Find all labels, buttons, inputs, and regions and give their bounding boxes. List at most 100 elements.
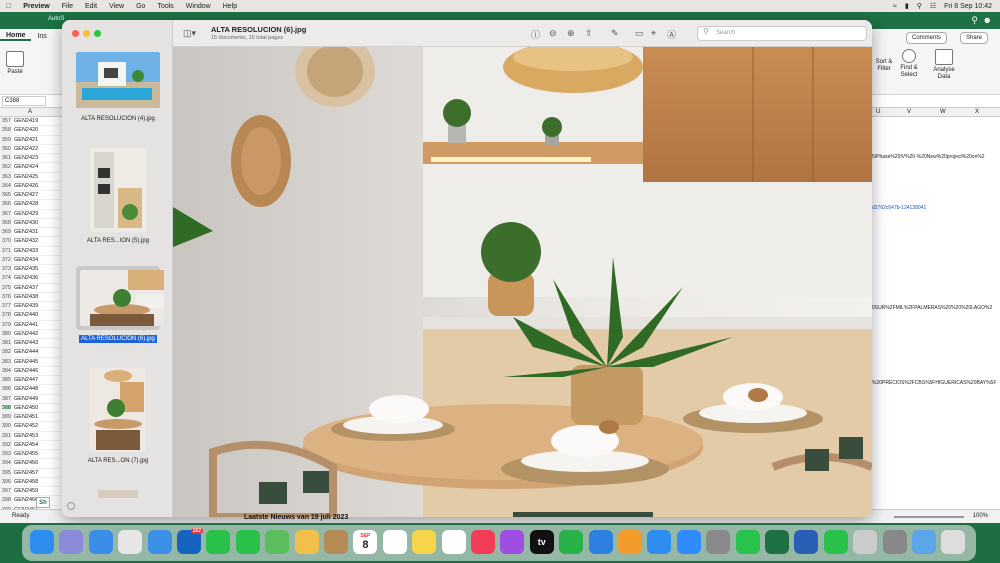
row-cell-value[interactable]: GEN2427	[12, 191, 38, 199]
row-number[interactable]: 395	[0, 468, 12, 477]
appstore-icon[interactable]	[647, 530, 672, 554]
photos-icon[interactable]	[294, 530, 319, 554]
markup-pen-icon[interactable]: ✎	[611, 28, 619, 39]
table-row[interactable]: 362 GEN2424	[0, 163, 60, 173]
table-row[interactable]: 369 GEN2431	[0, 228, 60, 238]
menu-help[interactable]: Help	[217, 3, 243, 10]
row-cell-value[interactable]: GEN2460	[12, 496, 38, 504]
row-cell-value[interactable]: GEN2424	[12, 163, 38, 171]
info-icon[interactable]: ⓘ	[531, 28, 540, 41]
outlook-icon[interactable]: 152	[177, 528, 203, 554]
zoom-icon[interactable]	[676, 530, 701, 554]
zoom-window-button[interactable]	[94, 30, 101, 37]
row-number[interactable]: 378	[0, 311, 12, 320]
row-cell-value[interactable]: GEN2437	[12, 284, 38, 292]
music-icon[interactable]	[471, 530, 495, 554]
table-row[interactable]: 388 GEN2450	[0, 403, 60, 413]
row-number[interactable]: 388	[0, 403, 12, 412]
numbers-icon[interactable]	[559, 530, 584, 554]
preview-icon[interactable]	[853, 530, 878, 554]
facetime-icon[interactable]	[206, 530, 231, 554]
messages-icon[interactable]	[235, 530, 260, 554]
calendar-icon[interactable]: SEP 8	[353, 530, 378, 554]
table-row[interactable]: 374 GEN2436	[0, 274, 60, 284]
row-cell-value[interactable]: GEN2420	[12, 126, 38, 134]
paste-button[interactable]: Paste	[6, 51, 24, 76]
row-number[interactable]: 381	[0, 339, 12, 348]
table-row[interactable]: 397 GEN2459	[0, 487, 60, 497]
table-row[interactable]: 359 GEN2421	[0, 135, 60, 145]
rotate-icon[interactable]: ▭	[635, 28, 644, 39]
analyse-data-button[interactable]: Analyse Data	[930, 49, 958, 81]
find-select-button[interactable]: Find & Select	[896, 49, 922, 79]
row-cell-value[interactable]: GEN2435	[12, 265, 38, 273]
row-cell-value[interactable]: GEN2439	[12, 302, 38, 310]
sidebar-toggle-icon[interactable]: ◫▾	[183, 28, 196, 39]
table-row[interactable]: 396 GEN2458	[0, 477, 60, 487]
podcasts-icon[interactable]	[500, 530, 525, 554]
table-row[interactable]: 358 GEN2420	[0, 126, 60, 136]
row-cell-value[interactable]: GEN2451	[12, 413, 38, 421]
table-row[interactable]: 368 GEN2430	[0, 218, 60, 228]
table-row[interactable]: 384 GEN2446	[0, 366, 60, 376]
name-box[interactable]: C388	[2, 96, 46, 106]
sheet-tab[interactable]: Sh	[36, 497, 50, 508]
table-row[interactable]: 383 GEN2445	[0, 357, 60, 367]
contacts-icon[interactable]	[324, 530, 348, 554]
row-cell-value[interactable]: GEN2456	[12, 459, 38, 467]
search-icon[interactable]: ⚲	[917, 2, 922, 10]
column-header-u[interactable]: U	[876, 109, 880, 115]
folder-icon[interactable]	[912, 530, 936, 554]
cell-text[interactable]: %20PRECIOS%2FCBS%5FHIGUERICAS%20BAY%5F	[872, 380, 1000, 386]
battery-icon[interactable]: ▮	[905, 2, 909, 10]
phone-icon[interactable]	[823, 530, 848, 554]
row-number[interactable]: 389	[0, 413, 12, 422]
table-row[interactable]: 372 GEN2434	[0, 255, 60, 265]
excel-share-icon[interactable]: ☻	[983, 15, 992, 25]
row-number[interactable]: 385	[0, 376, 12, 385]
menu-tools[interactable]: Tools	[151, 3, 179, 10]
row-number[interactable]: 365	[0, 191, 12, 200]
table-row[interactable]: 363 GEN2425	[0, 172, 60, 182]
zoom-out-icon[interactable]: ⊖	[549, 28, 557, 39]
thumbnail-item-selected[interactable]: ALTA RESOLUCION (6).jpg	[76, 266, 164, 343]
tab-home[interactable]: Home	[0, 32, 32, 41]
row-number[interactable]: 359	[0, 135, 12, 144]
row-cell-value[interactable]: GEN2438	[12, 293, 38, 301]
row-cell-value[interactable]: GEN2457	[12, 469, 38, 477]
mail-icon[interactable]	[147, 530, 172, 554]
row-number[interactable]: 360	[0, 144, 12, 153]
table-row[interactable]: 382 GEN2444	[0, 348, 60, 358]
zoom-slider[interactable]	[894, 516, 964, 518]
search-input[interactable]: Search	[697, 26, 867, 41]
annotate-icon[interactable]: Ⓐ	[667, 28, 676, 41]
row-number[interactable]: 391	[0, 431, 12, 440]
table-row[interactable]: 377 GEN2439	[0, 302, 60, 312]
minimize-window-button[interactable]	[83, 30, 90, 37]
row-number[interactable]: 396	[0, 477, 12, 486]
row-cell-value[interactable]: GEN2450	[12, 404, 38, 412]
table-row[interactable]: 387 GEN2449	[0, 394, 60, 404]
comments-button[interactable]: Comments	[906, 32, 948, 44]
table-row[interactable]: 391 GEN2453	[0, 431, 60, 441]
excel-icon[interactable]	[765, 530, 789, 554]
table-row[interactable]: 366 GEN2428	[0, 200, 60, 210]
tab-insert[interactable]: Ins	[31, 33, 52, 40]
table-row[interactable]: 394 GEN2456	[0, 459, 60, 469]
table-row[interactable]: 367 GEN2429	[0, 209, 60, 219]
menu-view[interactable]: View	[103, 3, 130, 10]
add-page-icon[interactable]	[67, 502, 75, 510]
table-row[interactable]: 380 GEN2442	[0, 329, 60, 339]
row-number[interactable]: 390	[0, 422, 12, 431]
table-row[interactable]: 376 GEN2438	[0, 292, 60, 302]
row-number[interactable]: 398	[0, 496, 12, 505]
row-number[interactable]: 377	[0, 302, 12, 311]
finder-icon[interactable]	[30, 530, 54, 554]
row-cell-value[interactable]: GEN2441	[12, 321, 38, 329]
whatsapp-icon[interactable]	[735, 530, 760, 554]
row-cell-value[interactable]: GEN2448	[12, 385, 38, 393]
word-icon[interactable]	[794, 530, 819, 554]
row-cell-value[interactable]: GEN2447	[12, 376, 38, 384]
wifi-icon[interactable]: ≈	[893, 3, 897, 10]
menu-window[interactable]: Window	[180, 3, 217, 10]
